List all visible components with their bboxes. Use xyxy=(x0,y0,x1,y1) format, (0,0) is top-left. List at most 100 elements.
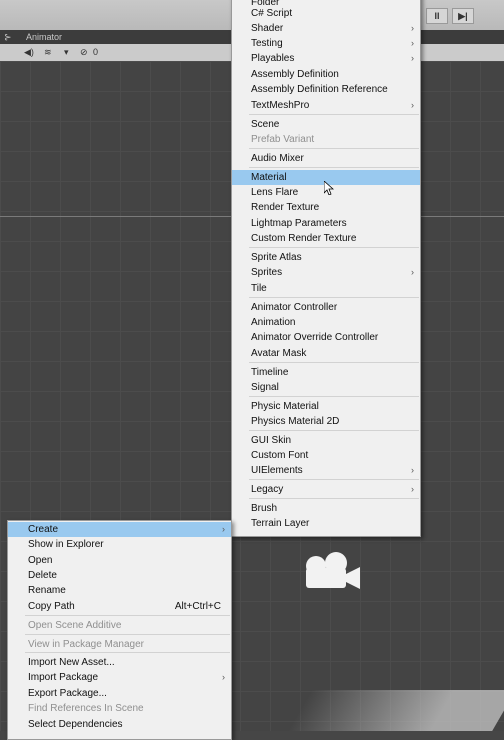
context-item-open[interactable]: Open xyxy=(8,553,231,568)
context-item-import-new-asset[interactable]: Import New Asset... xyxy=(8,655,231,670)
context-item-label: Rename xyxy=(28,585,66,596)
create-item-label: Lens Flare xyxy=(251,187,299,198)
visibility-icon[interactable]: ⊘ xyxy=(80,47,88,58)
create-item-label: Sprite Atlas xyxy=(251,252,302,263)
create-item-animator-override-controller[interactable]: Animator Override Controller xyxy=(232,330,420,345)
context-item-find-references-in-scene[interactable]: Find References In Scene xyxy=(8,701,231,716)
create-item-c-script[interactable]: C# Script xyxy=(232,6,420,21)
create-item-terrain-layer[interactable]: Terrain Layer xyxy=(232,516,420,531)
create-item-label: Terrain Layer xyxy=(251,518,310,529)
create-item-label: Render Texture xyxy=(251,202,320,213)
create-item-label: Lightmap Parameters xyxy=(251,218,347,229)
create-item-label: Custom Font xyxy=(251,450,309,461)
chevron-right-icon: › xyxy=(411,53,414,63)
create-item-label: Animation xyxy=(251,317,296,328)
create-item-prefab-variant[interactable]: Prefab Variant xyxy=(232,132,420,147)
speaker-icon[interactable]: ◀) xyxy=(24,47,34,58)
create-item-label: Shader xyxy=(251,23,284,34)
animator-icon: ⊱ xyxy=(4,32,12,42)
create-item-legacy[interactable]: Legacy › xyxy=(232,482,420,497)
create-item-playables[interactable]: Playables › xyxy=(232,51,420,66)
create-item-animation[interactable]: Animation xyxy=(232,315,420,330)
create-item-sprites[interactable]: Sprites › xyxy=(232,265,420,280)
step-button[interactable]: ▶| xyxy=(452,8,474,24)
create-item-custom-render-texture[interactable]: Custom Render Texture xyxy=(232,231,420,246)
camera-icon xyxy=(306,552,360,589)
context-item-label: Open Scene Additive xyxy=(28,620,122,631)
create-item-render-texture[interactable]: Render Texture xyxy=(232,200,420,215)
context-item-show-in-explorer[interactable]: Show in Explorer xyxy=(8,537,231,552)
pause-button[interactable]: II xyxy=(426,8,448,24)
context-item-copy-path[interactable]: Copy Path Alt+Ctrl+C xyxy=(8,599,231,614)
menu-separator xyxy=(25,652,230,653)
create-item-label: Material xyxy=(251,172,287,183)
chevron-right-icon: › xyxy=(411,38,414,48)
create-item-label: TextMeshPro xyxy=(251,100,310,111)
create-item-label: Animator Controller xyxy=(251,302,338,313)
create-item-label: Scene xyxy=(251,119,280,130)
create-item-assembly-definition-reference[interactable]: Assembly Definition Reference xyxy=(232,82,420,97)
create-item-tile[interactable]: Tile xyxy=(232,281,420,296)
chevron-right-icon: › xyxy=(411,484,414,494)
create-item-gui-skin[interactable]: GUI Skin xyxy=(232,433,420,448)
context-item-delete[interactable]: Delete xyxy=(8,568,231,583)
context-item-export-package[interactable]: Export Package... xyxy=(8,686,231,701)
create-item-timeline[interactable]: Timeline xyxy=(232,365,420,380)
create-item-label: GUI Skin xyxy=(251,435,292,446)
floor-grid xyxy=(288,690,504,731)
create-item-testing[interactable]: Testing › xyxy=(232,36,420,51)
create-item-custom-font[interactable]: Custom Font xyxy=(232,448,420,463)
project-context-menu: Create › Show in Explorer Open Delete Rename C… xyxy=(7,520,232,740)
menu-separator xyxy=(25,615,230,616)
menu-separator xyxy=(249,430,419,431)
create-item-assembly-definition[interactable]: Assembly Definition xyxy=(232,67,420,82)
context-item-label: Delete xyxy=(28,570,57,581)
context-item-select-dependencies[interactable]: Select Dependencies xyxy=(8,717,231,732)
menu-separator xyxy=(249,167,419,168)
create-item-label: Timeline xyxy=(251,367,289,378)
context-item-label: Create xyxy=(28,524,59,535)
create-item-avatar-mask[interactable]: Avatar Mask xyxy=(232,346,420,361)
create-item-label: Custom Render Texture xyxy=(251,233,357,244)
create-item-scene[interactable]: Scene xyxy=(232,117,420,132)
context-item-label: View in Package Manager xyxy=(28,639,144,650)
menu-separator xyxy=(249,297,419,298)
visibility-count: 0 xyxy=(93,47,99,57)
chevron-down-icon[interactable]: ▾ xyxy=(64,47,69,58)
create-item-label: C# Script xyxy=(251,8,293,19)
create-item-lightmap-parameters[interactable]: Lightmap Parameters xyxy=(232,216,420,231)
create-item-sprite-atlas[interactable]: Sprite Atlas xyxy=(232,250,420,265)
create-item-signal[interactable]: Signal xyxy=(232,380,420,395)
context-item-open-scene-additive[interactable]: Open Scene Additive xyxy=(8,618,231,633)
create-item-physic-material[interactable]: Physic Material xyxy=(232,399,420,414)
context-item-import-package[interactable]: Import Package › xyxy=(8,670,231,685)
create-item-physics-material-2d[interactable]: Physics Material 2D xyxy=(232,414,420,429)
menu-separator xyxy=(249,396,419,397)
mouse-cursor-icon xyxy=(324,181,334,195)
create-item-textmeshpro[interactable]: TextMeshPro › xyxy=(232,98,420,113)
context-item-label: Copy Path xyxy=(28,601,75,612)
create-item-shader[interactable]: Shader › xyxy=(232,21,420,36)
menu-separator xyxy=(249,114,419,115)
create-item-label: Signal xyxy=(251,382,279,393)
context-item-label: Find References In Scene xyxy=(28,703,144,714)
layers-icon[interactable]: ≋ xyxy=(44,47,52,58)
chevron-right-icon: › xyxy=(222,524,225,534)
create-item-audio-mixer[interactable]: Audio Mixer xyxy=(232,151,420,166)
menu-separator xyxy=(249,362,419,363)
context-item-view-in-package-manager[interactable]: View in Package Manager xyxy=(8,637,231,652)
chevron-right-icon: › xyxy=(411,465,414,475)
context-item-label: Export Package... xyxy=(28,688,107,699)
create-item-uielements[interactable]: UIElements › xyxy=(232,463,420,478)
context-item-create[interactable]: Create › xyxy=(8,522,231,537)
chevron-right-icon: › xyxy=(411,100,414,110)
context-item-rename[interactable]: Rename xyxy=(8,583,231,598)
menu-separator xyxy=(249,479,419,480)
create-item-brush[interactable]: Brush xyxy=(232,501,420,516)
create-item-label: Playables xyxy=(251,53,295,64)
shortcut-label: Alt+Ctrl+C xyxy=(174,601,221,612)
create-item-label: Testing xyxy=(251,38,283,49)
context-item-label: Import New Asset... xyxy=(28,657,115,668)
menu-separator xyxy=(249,247,419,248)
create-item-animator-controller[interactable]: Animator Controller xyxy=(232,300,420,315)
